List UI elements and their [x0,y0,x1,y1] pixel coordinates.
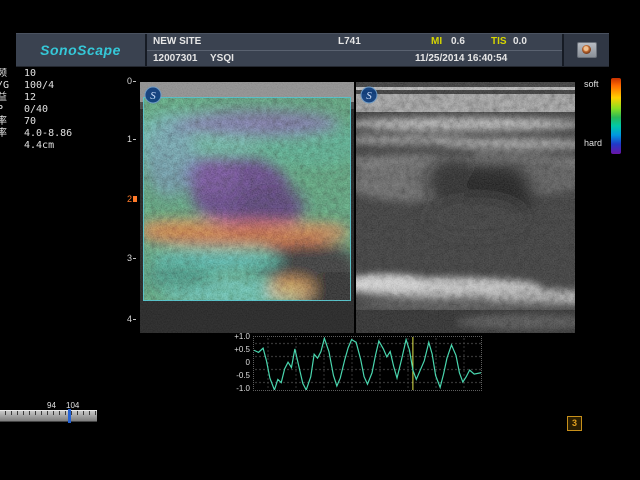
mi-value: 0.6 [451,36,465,47]
cine-tick-marks [0,411,97,415]
cine-start-label: 94 [47,401,56,410]
header-info: NEW SITE L741 MI 0.6 TIS 0.0 12007301 YS… [147,34,562,66]
bmode-image: S [356,82,575,333]
cine-scrollbar[interactable] [0,410,97,422]
strain-waveform-line [254,338,481,390]
param-depth: 4.4cm [0,140,118,152]
header-icon-box [562,34,609,66]
focus-arrow-icon [133,196,137,202]
parameter-panel: 频10 /G100/4 益12 P0/40 率70 率4.0-8.86 4.4c… [0,68,118,152]
ytick-plus1: +1.0 [228,332,250,341]
ruler-tick [133,319,136,320]
elastography-image-panel[interactable]: S [140,82,354,333]
orientation-badge: S [145,87,161,103]
strain-curve-plot [253,336,482,391]
exam-probe-icon[interactable] [577,42,597,58]
param-frame-rate: 率70 [0,116,118,128]
ruler-tick [133,81,136,82]
depth-mark-2-focus-marker[interactable]: 2 [127,194,137,204]
datetime: 11/25/2014 16:40:54 [415,53,507,64]
header-bar: SonoScape NEW SITE L741 MI 0.6 TIS 0.0 1… [16,33,609,67]
orientation-badge: S [361,87,377,103]
depth-mark-3: 3 [127,253,136,263]
elasto-soft-label: soft [584,79,599,89]
header-row-1: NEW SITE L741 MI 0.6 TIS 0.0 [147,34,562,51]
elasticity-colorbar [611,78,621,154]
mi-label: MI [431,36,442,47]
tis-label: TIS [491,36,507,47]
param-dg: /G100/4 [0,80,118,92]
depth-ruler: 0 1 2 3 4 [127,76,140,326]
depth-mark-0: 0 [127,76,136,86]
param-gain: 益12 [0,92,118,104]
ultrasound-screen: SonoScape NEW SITE L741 MI 0.6 TIS 0.0 1… [0,0,640,480]
depth-mark-4: 4 [127,314,136,324]
site-name: NEW SITE [153,36,201,47]
operator-id: YSQI [210,53,234,64]
ruler-tick [133,139,136,140]
ytick-minus1: -1.0 [228,384,250,393]
ytick-plus05: +0.5 [228,345,250,354]
cine-thumb[interactable] [68,409,71,423]
probe-model: L741 [338,36,361,47]
param-power: P0/40 [0,104,118,116]
patient-id: 12007301 [153,53,198,64]
elastography-image: S [140,82,354,333]
depth-mark-1: 1 [127,134,136,144]
logo-box: SonoScape [16,34,147,66]
ytick-minus05: -0.5 [228,371,250,380]
ruler-tick [133,258,136,259]
brand-logo: SonoScape [40,42,121,58]
header-row-2: 12007301 YSQI 11/25/2014 16:40:54 [147,51,562,66]
param-freq-range: 率4.0-8.86 [0,128,118,140]
svg-text:S: S [150,90,156,102]
status-indicator-icon[interactable]: 3 [567,416,582,431]
bmode-image-panel[interactable]: S [356,82,575,333]
ytick-zero: 0 [228,358,250,367]
tis-value: 0.0 [513,36,527,47]
param-frequency: 频10 [0,68,118,80]
strain-curve [254,337,481,390]
elasto-hard-label: hard [584,138,602,148]
svg-text:S: S [366,90,372,102]
